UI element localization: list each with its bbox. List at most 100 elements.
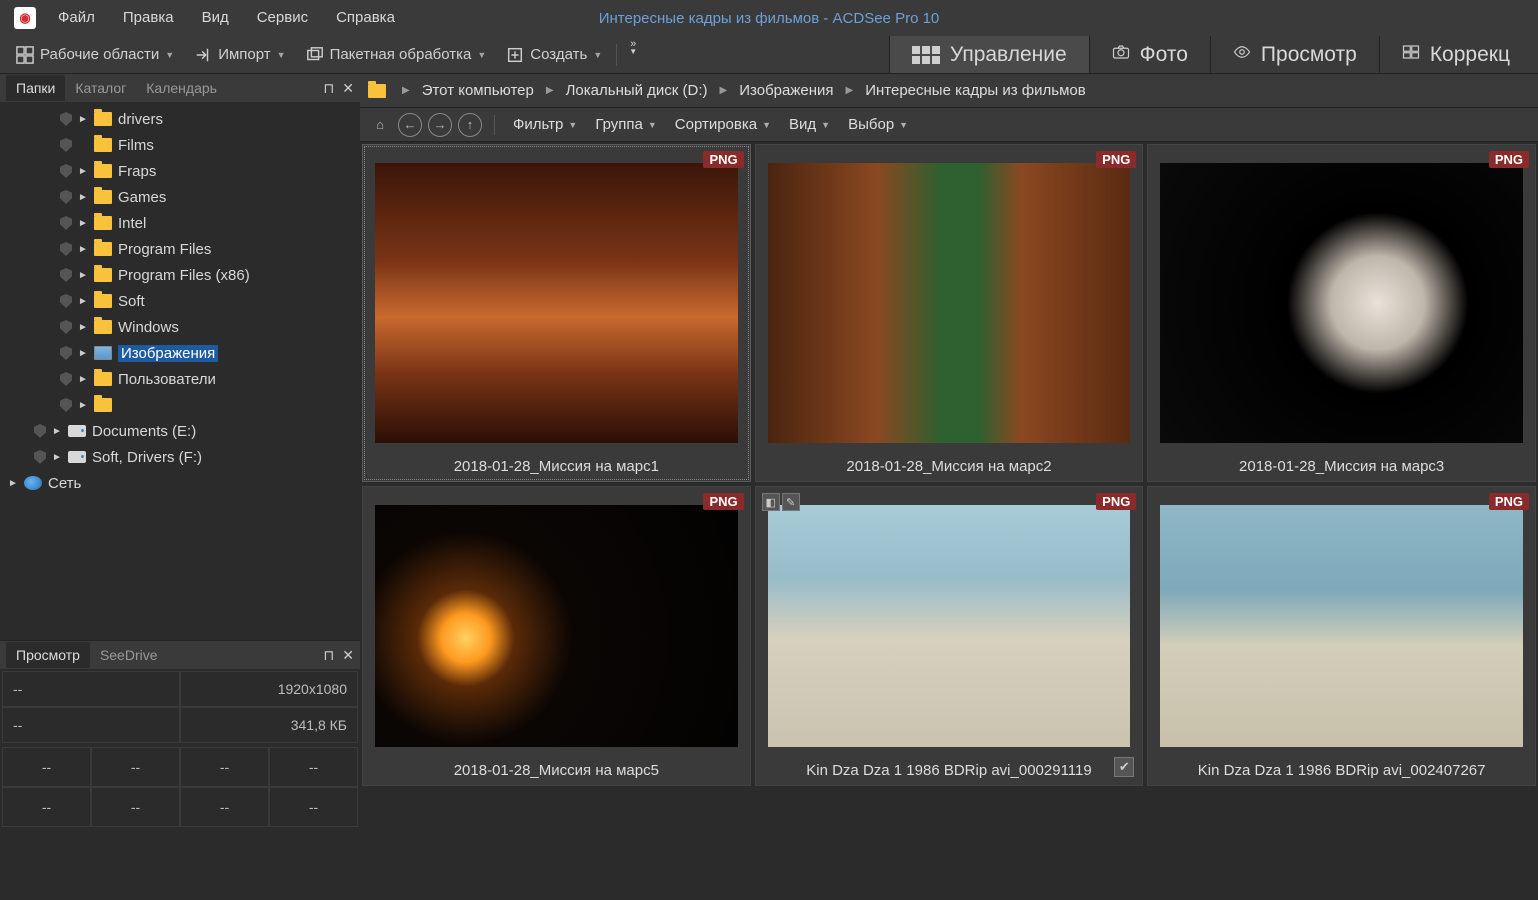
tree-row[interactable]: ►Soft, Drivers (F:) [0, 444, 360, 470]
tab-calendar[interactable]: Календарь [136, 75, 227, 101]
select-button[interactable]: Выбор▼ [842, 116, 914, 133]
tree-row[interactable]: ► [0, 392, 360, 418]
preview-panel: Просмотр SeeDrive ⊓ ✕ -- 1920x1080 -- 34… [0, 640, 360, 900]
tree-row[interactable]: ► Program Files (x86) [0, 262, 360, 288]
expand-icon[interactable]: ► [78, 348, 88, 359]
tab-folders[interactable]: Папки [6, 75, 65, 101]
batch-button[interactable]: Пакетная обработка ▼ [296, 40, 497, 70]
menu-file[interactable]: Файл [44, 0, 109, 36]
home-icon[interactable]: ⌂ [368, 113, 392, 137]
expand-icon[interactable]: ► [78, 244, 88, 255]
sort-label: Сортировка [675, 116, 757, 133]
chevron-right-icon: ▶ [538, 85, 562, 96]
folder-icon [94, 190, 112, 204]
expand-icon[interactable]: ► [78, 192, 88, 203]
expand-icon[interactable]: ► [78, 166, 88, 177]
mode-manage[interactable]: Управление [889, 36, 1089, 73]
expand-icon[interactable]: ► [78, 114, 88, 125]
import-label: Импорт [218, 46, 270, 63]
preview-extra-grid: -- -- -- -- -- -- -- -- [0, 745, 360, 829]
shield-icon [60, 216, 72, 230]
mode-photo[interactable]: Фото [1089, 36, 1210, 73]
folder-icon [94, 398, 112, 412]
pin-icon[interactable]: ⊓ [323, 647, 334, 664]
thumbnail[interactable]: PNG◧✎Kin Dza Dza 1 1986 BDRip avi_000291… [755, 486, 1144, 786]
camera-icon [1112, 43, 1130, 67]
select-label: Выбор [848, 116, 894, 133]
tab-preview[interactable]: Просмотр [6, 642, 90, 668]
tree-row[interactable]: ►Intel [0, 210, 360, 236]
breadcrumb-segment[interactable]: Интересные кадры из фильмов [865, 82, 1085, 99]
tree-row[interactable]: ►Games [0, 184, 360, 210]
back-button[interactable]: ← [398, 113, 422, 137]
thumbnail[interactable]: PNG2018-01-28_Миссия на марс3 [1147, 144, 1536, 482]
preview-cell: -- [2, 787, 91, 827]
overflow-button[interactable]: » ▼ [621, 40, 645, 70]
tree-row[interactable]: ► Пользователи [0, 366, 360, 392]
tab-catalog[interactable]: Каталог [65, 75, 136, 101]
import-button[interactable]: Импорт ▼ [184, 40, 295, 70]
breadcrumb-segment[interactable]: Изображения [739, 82, 833, 99]
sort-button[interactable]: Сортировка▼ [669, 116, 777, 133]
thumbnail[interactable]: PNG2018-01-28_Миссия на марс5 [362, 486, 751, 786]
breadcrumb-segment[interactable]: Локальный диск (D:) [566, 82, 708, 99]
mode-view[interactable]: Просмотр [1210, 36, 1379, 73]
thumbnail-grid[interactable]: PNG2018-01-28_Миссия на марс1PNG2018-01-… [360, 142, 1538, 900]
view-toolbar: ⌂ ← → ↑ Фильтр▼ Группа▼ Сортировка▼ Вид▼… [360, 108, 1538, 142]
close-icon[interactable]: ✕ [342, 80, 354, 97]
filter-button[interactable]: Фильтр▼ [507, 116, 583, 133]
folder-tree[interactable]: ►driversFilms►Fraps►Games►Intel►Program … [0, 102, 360, 640]
group-button[interactable]: Группа▼ [589, 116, 662, 133]
thumbnail[interactable]: PNGKin Dza Dza 1 1986 BDRip avi_00240726… [1147, 486, 1536, 786]
expand-icon[interactable]: ► [78, 218, 88, 229]
checkbox[interactable]: ✔ [1114, 757, 1134, 777]
folder-icon [94, 242, 112, 256]
expand-icon[interactable]: ► [78, 322, 88, 333]
breadcrumb-segment[interactable]: Этот компьютер [422, 82, 534, 99]
tree-row[interactable]: Films [0, 132, 360, 158]
chevron-down-icon: ▼ [165, 50, 174, 60]
tree-label: Пользователи [118, 371, 216, 388]
window-title: Интересные кадры из фильмов - ACDSee Pro… [599, 10, 940, 27]
preview-cell: -- [91, 787, 180, 827]
thumbnail[interactable]: PNG2018-01-28_Миссия на марс2 [755, 144, 1144, 482]
folder-icon [94, 372, 112, 386]
expand-icon[interactable]: ► [8, 478, 18, 489]
tree-row[interactable]: ►Сеть [0, 470, 360, 496]
expand-icon[interactable]: ► [78, 374, 88, 385]
create-button[interactable]: Создать ▼ [496, 40, 612, 70]
tree-row[interactable]: ►Documents (E:) [0, 418, 360, 444]
thumbnail-filename: Kin Dza Dza 1 1986 BDRip avi_000291119 [756, 755, 1143, 785]
tree-row[interactable]: ►Fraps [0, 158, 360, 184]
expand-icon[interactable]: ► [78, 270, 88, 281]
menu-view[interactable]: Вид [188, 0, 243, 36]
tree-row[interactable]: ►Program Files [0, 236, 360, 262]
expand-icon[interactable]: ► [52, 452, 62, 463]
tab-seedrive[interactable]: SeeDrive [90, 642, 168, 668]
menu-help[interactable]: Справка [322, 0, 409, 36]
tree-row[interactable]: ►drivers [0, 106, 360, 132]
expand-icon[interactable]: ► [78, 296, 88, 307]
tree-label: Program Files (x86) [118, 267, 250, 284]
preview-cell: -- [269, 787, 358, 827]
menu-service[interactable]: Сервис [243, 0, 322, 36]
menu-edit[interactable]: Правка [109, 0, 188, 36]
viewmode-button[interactable]: Вид▼ [783, 116, 836, 133]
expand-icon[interactable]: ► [78, 400, 88, 411]
folder-icon [68, 451, 86, 463]
pin-icon[interactable]: ⊓ [323, 80, 334, 97]
tree-row[interactable]: ►Soft [0, 288, 360, 314]
folder-icon [94, 346, 112, 360]
up-button[interactable]: ↑ [458, 113, 482, 137]
thumbnail[interactable]: PNG2018-01-28_Миссия на марс1 [362, 144, 751, 482]
mode-edit[interactable]: Коррекц [1379, 36, 1532, 73]
close-icon[interactable]: ✕ [342, 647, 354, 664]
folder-icon [94, 294, 112, 308]
thumbnail-filename: 2018-01-28_Миссия на марс1 [363, 451, 750, 481]
forward-button[interactable]: → [428, 113, 452, 137]
tree-row[interactable]: ►Windows [0, 314, 360, 340]
tree-row[interactable]: ►Изображения [0, 340, 360, 366]
expand-icon[interactable]: ► [52, 426, 62, 437]
workspaces-button[interactable]: Рабочие области ▼ [6, 40, 184, 70]
thumbnail-image [1160, 163, 1523, 443]
